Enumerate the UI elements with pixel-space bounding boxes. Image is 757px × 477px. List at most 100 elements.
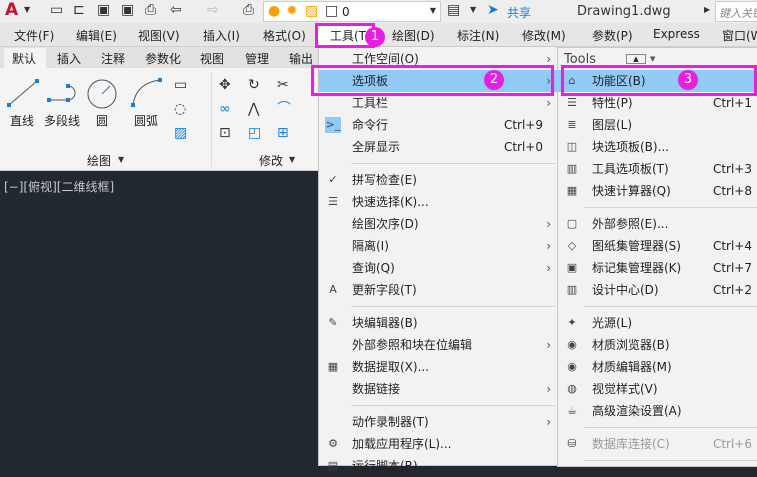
menu-item[interactable]: ◫ 块选项板(B)...: [558, 136, 757, 158]
arc-tool-label[interactable]: 圆弧: [134, 112, 158, 129]
menu-item-label: 材质浏览器(B): [592, 338, 670, 352]
menu-item[interactable]: ✎ 块编辑器(B): [319, 312, 557, 334]
menu-item[interactable]: ◇ 图纸集管理器(S) Ctrl+4: [558, 235, 757, 257]
tab-insert[interactable]: 插入: [57, 50, 81, 67]
search-input[interactable]: 键入关键字: [715, 1, 757, 22]
menu-item[interactable]: ▦ 数据提取(X)...: [319, 356, 557, 378]
menu-item[interactable]: A 更新字段(T): [319, 279, 557, 301]
menu-item[interactable]: ▥ 设计中心(D) Ctrl+2: [558, 279, 757, 301]
match-properties-icon[interactable]: ▤: [447, 3, 460, 17]
menu-item[interactable]: ◍ 视觉样式(V): [558, 378, 757, 400]
menu-item[interactable]: ⚙ 加载应用程序(L)...: [319, 433, 557, 455]
rectangle-icon[interactable]: ▭: [174, 78, 187, 92]
copy-icon[interactable]: ∞: [219, 102, 231, 116]
chevron-down-icon[interactable]: ▼: [24, 6, 30, 14]
stretch-icon[interactable]: ⊡: [219, 126, 231, 140]
menu-item[interactable]: ≣ 图层(L): [558, 114, 757, 136]
tab-parametric[interactable]: 参数化: [145, 50, 181, 67]
polyline-tool-label[interactable]: 多段线: [44, 112, 80, 129]
print-icon[interactable]: ⎙: [145, 3, 156, 17]
menu-edit[interactable]: 编辑(E): [76, 27, 117, 44]
menu-item[interactable]: ◉ 材质浏览器(B): [558, 334, 757, 356]
tab-output[interactable]: 输出: [289, 50, 313, 67]
open-folder-icon[interactable]: ⊏: [73, 3, 85, 17]
menu-modify[interactable]: 修改(M): [522, 27, 566, 44]
menu-item-label: 标记集管理器(K): [592, 261, 682, 275]
chevron-down-icon[interactable]: ▼: [118, 156, 124, 164]
move-icon[interactable]: ✥: [219, 78, 231, 92]
shortcut-label: Ctrl+2: [712, 283, 752, 297]
chevron-right-icon[interactable]: ▶: [704, 6, 710, 14]
line-tool-label[interactable]: 直线: [10, 112, 34, 129]
menu-item[interactable]: 隔离(I) ›: [319, 235, 557, 257]
menu-item[interactable]: ✓ 拼写检查(E): [319, 169, 557, 191]
menu-parametric[interactable]: 参数(P): [592, 27, 633, 44]
circle-tool-label[interactable]: 圆: [96, 112, 108, 129]
menu-item[interactable]: ◉ 材质编辑器(M): [558, 356, 757, 378]
menu-item[interactable]: 全屏显示 Ctrl+0: [319, 136, 557, 158]
menu-item-label: 数据链接: [352, 382, 401, 396]
viewport-controls[interactable]: [−][俯视][二维线框]: [4, 178, 114, 195]
new-file-icon[interactable]: ▭: [50, 3, 63, 17]
tab-default[interactable]: 默认: [12, 50, 36, 67]
menu-item[interactable]: ▥ 工具选项板(T) Ctrl+3: [558, 158, 757, 180]
menu-item[interactable]: ⛁ 数据库连接(C) Ctrl+6: [558, 433, 757, 455]
tab-annotate[interactable]: 注释: [101, 50, 125, 67]
hatch-icon[interactable]: ▨: [174, 126, 187, 140]
arc-tool-icon[interactable]: [130, 78, 162, 108]
plot-icon[interactable]: ⎙: [243, 3, 254, 17]
save-icon[interactable]: ▣: [97, 3, 110, 17]
tab-manage[interactable]: 管理: [245, 50, 269, 67]
menu-item[interactable]: ▦ 快速计算器(Q) Ctrl+8: [558, 180, 757, 202]
chevron-down-icon[interactable]: ▼: [650, 55, 655, 63]
menu-express[interactable]: Express: [653, 27, 700, 41]
scale-icon[interactable]: ◰: [248, 126, 261, 140]
autocad-logo-icon[interactable]: A: [5, 2, 18, 19]
menu-item[interactable]: ✦ 光源(L): [558, 312, 757, 334]
rotate-icon[interactable]: ↻: [248, 78, 260, 92]
menu-item-label: 外部参照和块在位编辑: [352, 338, 473, 352]
menu-view[interactable]: 视图(V): [138, 27, 180, 44]
menu-item[interactable]: >_ 命令行 Ctrl+9: [319, 114, 557, 136]
redo-icon[interactable]: ⇨: [207, 3, 219, 17]
mirror-icon[interactable]: ⋀: [248, 102, 259, 116]
save-as-icon[interactable]: ▣: [121, 3, 134, 17]
menu-window[interactable]: 窗口(W): [722, 27, 757, 44]
menu-item[interactable]: ▢ 外部参照(E)...: [558, 213, 757, 235]
menu-item[interactable]: ▤ 运行脚本(R)...: [319, 455, 557, 477]
menu-item[interactable]: 数据链接 ›: [319, 378, 557, 400]
share-icon[interactable]: ➤: [487, 3, 499, 17]
menu-separator: [584, 306, 757, 307]
undo-icon[interactable]: ⇦: [170, 3, 182, 17]
draw-panel-title[interactable]: 绘图: [87, 152, 111, 169]
menu-format[interactable]: 格式(O): [263, 27, 306, 44]
chevron-down-icon[interactable]: ▼: [289, 156, 295, 164]
share-button[interactable]: 共享: [507, 4, 531, 21]
toolbar-toggle-icon[interactable]: ▲: [626, 54, 646, 64]
menu-item[interactable]: ☰ 快速选择(K)...: [319, 191, 557, 213]
polyline-tool-icon[interactable]: [46, 82, 80, 104]
menu-item[interactable]: ☕ 高级渲染设置(A): [558, 400, 757, 422]
line-tool-icon[interactable]: [6, 78, 40, 108]
ellipse-icon[interactable]: ◌: [174, 102, 186, 116]
trim-icon[interactable]: ✂: [277, 78, 289, 92]
menu-dimension[interactable]: 标注(N): [457, 27, 499, 44]
circle-tool-icon[interactable]: [86, 78, 118, 110]
menu-item[interactable]: ▣ 标记集管理器(K) Ctrl+7: [558, 257, 757, 279]
menu-item[interactable]: 查询(Q) ›: [319, 257, 557, 279]
menu-item[interactable]: 动作录制器(T) ›: [319, 411, 557, 433]
layer-dropdown[interactable]: ● ✹ ▨ □ 0 ▼: [263, 1, 441, 22]
menu-insert[interactable]: 插入(I): [203, 27, 240, 44]
tab-view[interactable]: 视图: [200, 50, 224, 67]
menu-file[interactable]: 文件(F): [14, 27, 54, 44]
customize-dropdown-icon[interactable]: ▼: [470, 6, 476, 14]
chevron-right-icon: ›: [546, 382, 551, 396]
menu-draw[interactable]: 绘图(D): [392, 27, 435, 44]
menu-item[interactable]: 外部参照和块在位编辑 ›: [319, 334, 557, 356]
array-icon[interactable]: ⊞: [277, 126, 289, 140]
menu-item-label: 快速选择(K)...: [352, 195, 429, 209]
modify-panel-title[interactable]: 修改: [259, 152, 283, 169]
menu-item-label: 绘图次序(D): [352, 217, 419, 231]
menu-item[interactable]: 绘图次序(D) ›: [319, 213, 557, 235]
fillet-icon[interactable]: ⌒: [277, 102, 291, 116]
